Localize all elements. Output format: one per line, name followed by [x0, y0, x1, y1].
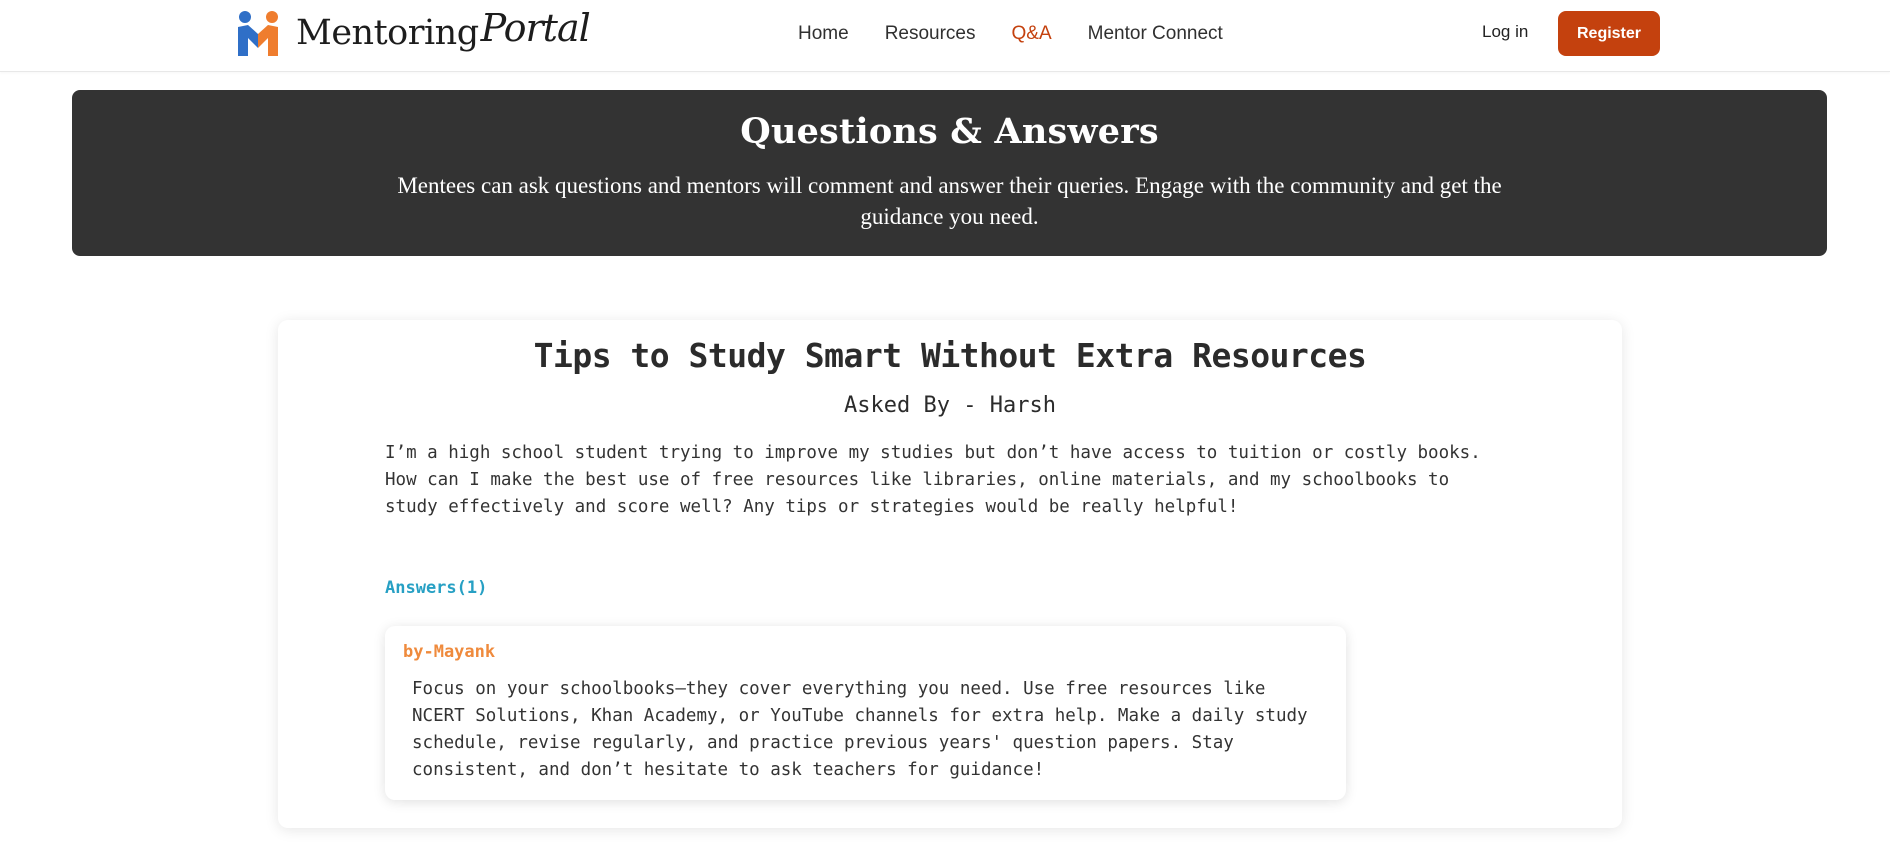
mentoring-logo-icon	[238, 11, 278, 56]
page-subtitle: Mentees can ask questions and mentors wi…	[397, 173, 1502, 229]
nav-qa[interactable]: Q&A	[1012, 23, 1052, 45]
question-title: Tips to Study Smart Without Extra Resour…	[533, 336, 1367, 375]
answer-card: by-Mayank Focus on your schoolbooks—they…	[385, 626, 1346, 800]
answers-count-label[interactable]: Answers(1)	[385, 578, 487, 598]
brand-name: Mentoring	[296, 12, 479, 53]
question-author: Asked By - Harsh	[844, 393, 1056, 418]
nav-mentor-connect[interactable]: Mentor Connect	[1088, 23, 1223, 45]
answer-body: Focus on your schoolbooks—they cover eve…	[412, 679, 1308, 780]
top-navbar: Mentoring Portal Home Resources Q&A Ment…	[0, 0, 1890, 72]
nav-home[interactable]: Home	[798, 23, 849, 45]
brand-logo-link[interactable]: Mentoring Portal	[236, 6, 591, 58]
page-title: Questions & Answers	[740, 111, 1159, 152]
answer-author: by-Mayank	[403, 642, 496, 662]
question-body: I’m a high school student trying to impr…	[385, 443, 1481, 517]
main-nav: Home Resources Q&A Mentor Connect	[798, 20, 1223, 48]
qa-hero-banner: Questions & Answers Mentees can ask ques…	[72, 90, 1827, 256]
nav-resources[interactable]: Resources	[885, 23, 976, 45]
login-link[interactable]: Log in	[1482, 22, 1528, 42]
question-card: Tips to Study Smart Without Extra Resour…	[278, 320, 1622, 828]
register-button[interactable]: Register	[1558, 11, 1660, 56]
brand-name-script: Portal	[480, 6, 591, 50]
